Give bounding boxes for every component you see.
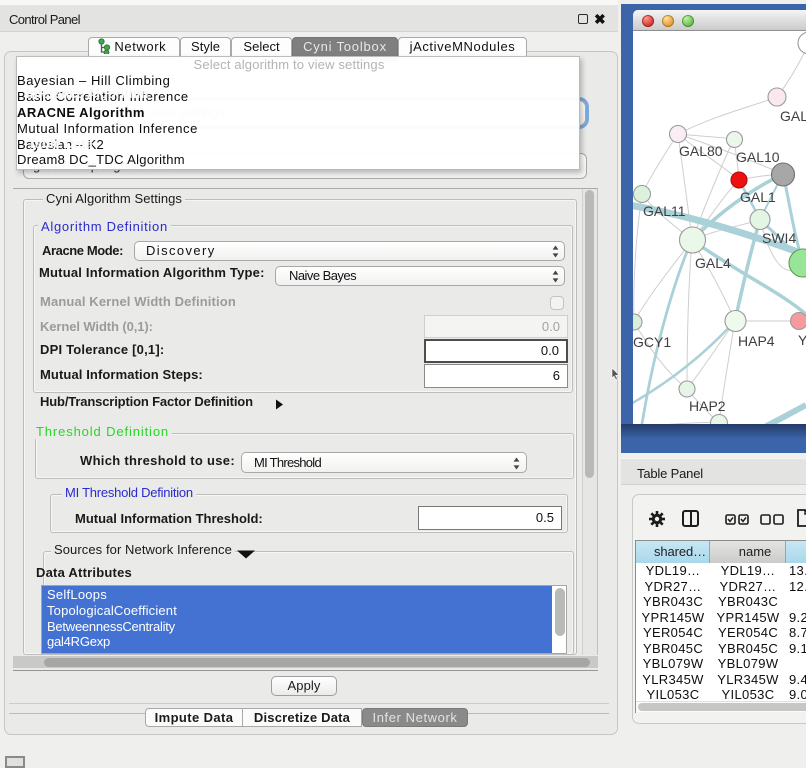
svg-text:GAL2: GAL2 <box>780 108 806 124</box>
svg-text:GAL10: GAL10 <box>736 149 780 165</box>
svg-text:GAL4: GAL4 <box>695 255 731 271</box>
svg-text:GAL11: GAL11 <box>643 203 686 219</box>
svg-text:GAL80: GAL80 <box>679 143 723 159</box>
svg-text:GAL1: GAL1 <box>740 189 776 205</box>
svg-text:Y: Y <box>798 332 806 348</box>
svg-text:GCY1: GCY1 <box>633 334 671 350</box>
svg-text:SWI4: SWI4 <box>762 230 796 246</box>
svg-text:HAP2: HAP2 <box>689 398 726 414</box>
svg-text:HAP4: HAP4 <box>738 333 775 349</box>
